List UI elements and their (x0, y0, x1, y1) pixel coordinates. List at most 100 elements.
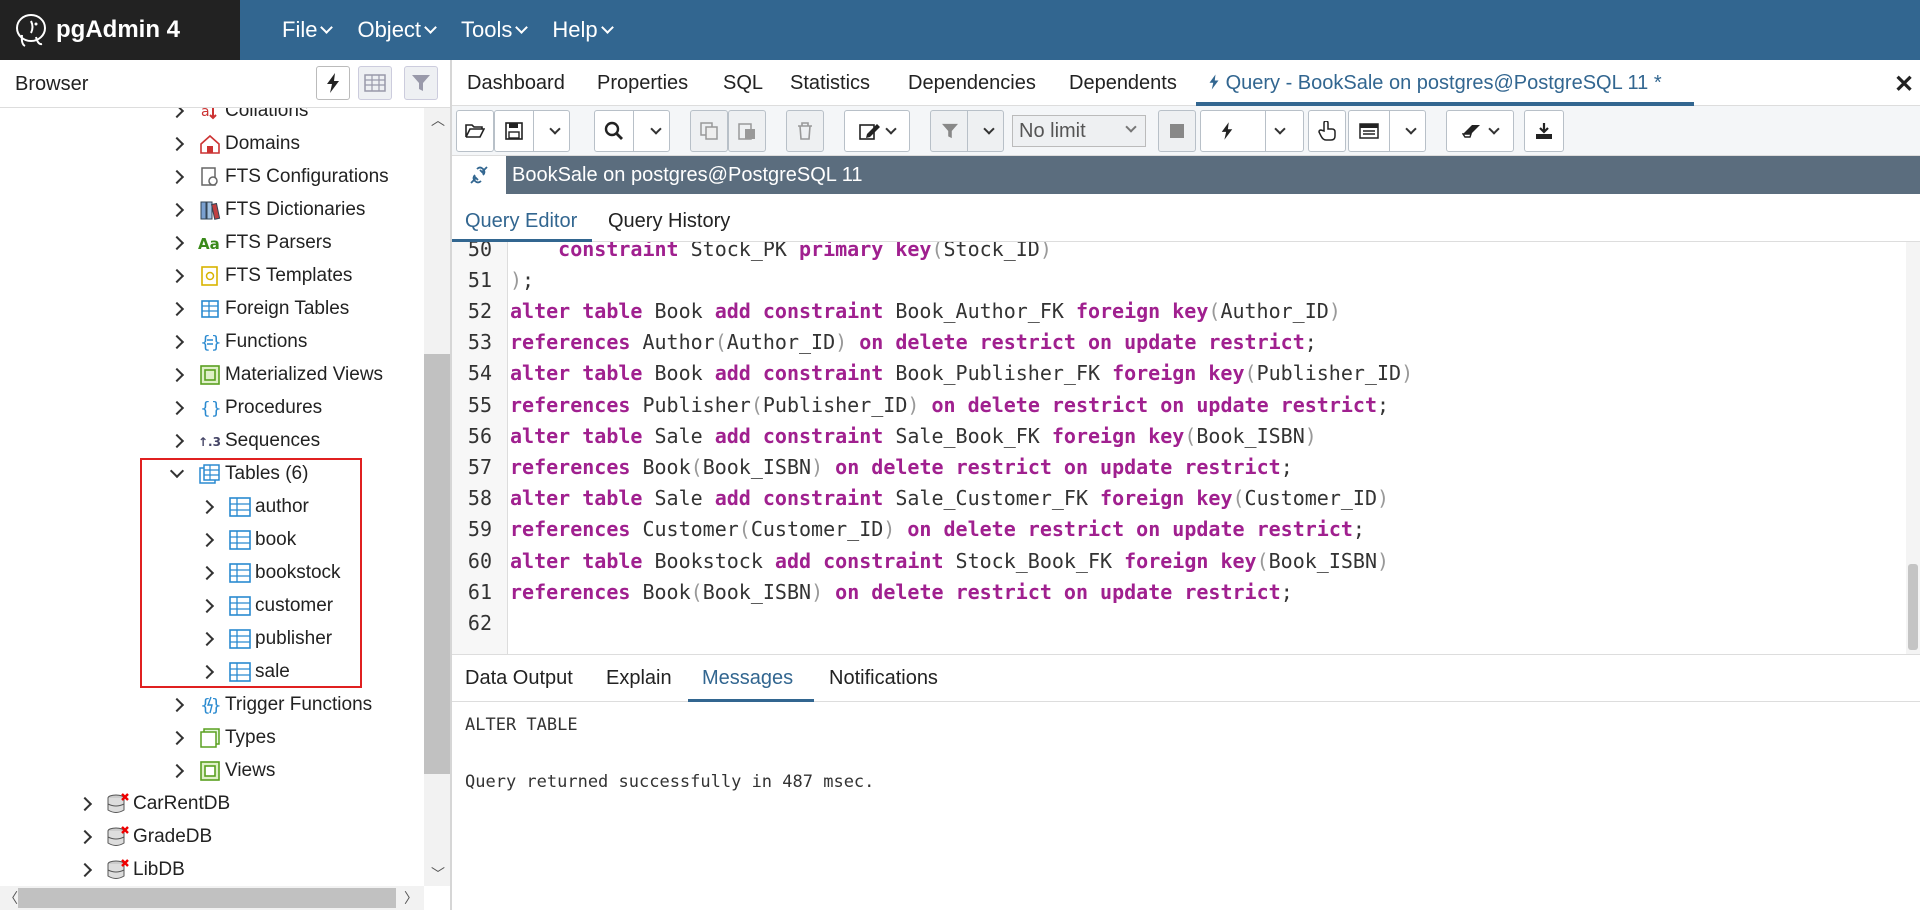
tab-query[interactable]: Query - BookSale on postgres@PostgreSQL … (1208, 72, 1662, 95)
tree-item[interactable]: Types (169, 721, 276, 754)
tree-item[interactable]: Materialized Views (169, 358, 383, 391)
execute-button[interactable] (1200, 110, 1304, 152)
tab-properties[interactable]: Properties (597, 72, 688, 95)
menu-object[interactable]: Object (357, 0, 437, 60)
tree-item[interactable]: Domains (169, 127, 300, 160)
connection-bar: BookSale on postgres@PostgreSQL 11 (452, 156, 1920, 194)
clear-button[interactable] (1446, 110, 1514, 152)
code-line: 53 references Author(Author_ID) on delete… (452, 327, 1892, 358)
copy-icon (700, 122, 718, 140)
tree-item[interactable]: {} Procedures (169, 391, 323, 424)
tree-item[interactable]: ↑.3 Sequences (169, 424, 320, 457)
download-button[interactable] (1524, 110, 1564, 152)
chevron-right-icon[interactable] (77, 862, 93, 877)
menu-file[interactable]: File (282, 0, 334, 60)
chevron-right-icon[interactable] (169, 136, 185, 151)
tree-item[interactable]: {} Trigger Functions (169, 688, 372, 721)
sql-keyword: foreign key (1112, 361, 1245, 386)
tree-item[interactable]: a Collations (169, 108, 308, 127)
code-token: ( (1232, 486, 1245, 511)
tab-messages[interactable]: Messages (702, 667, 793, 690)
tab-data-output[interactable]: Data Output (465, 667, 573, 690)
messages-panel: ALTER TABLE Query returned successfully … (452, 702, 1920, 910)
tree-item-label: GradeDB (133, 825, 213, 847)
chevron-right-icon[interactable] (77, 829, 93, 844)
view-data-button[interactable] (358, 66, 392, 100)
tab-query-history[interactable]: Query History (608, 210, 730, 233)
tree-vertical-scrollbar[interactable]: ︿ ﹀ (424, 108, 450, 886)
sql-keyword: references (510, 392, 631, 417)
lightning-icon (1209, 74, 1219, 90)
sql-editor[interactable]: 50 constraint Stock_PK primary key(Stock… (452, 242, 1920, 654)
save-button[interactable] (494, 110, 570, 152)
scrollbar-thumb[interactable] (1908, 564, 1918, 650)
cancel-query-button[interactable] (1158, 110, 1196, 152)
query-tool-button[interactable] (316, 66, 350, 100)
chevron-right-icon[interactable] (169, 763, 185, 778)
code-token: Sale_Book_FK (883, 423, 1052, 448)
chevron-right-icon[interactable] (169, 108, 185, 118)
chevron-right-icon[interactable] (169, 334, 185, 349)
filter-button[interactable] (404, 66, 438, 100)
find-button[interactable] (594, 110, 670, 152)
explain-analyze-button[interactable] (1348, 110, 1426, 152)
chevron-down-icon (515, 20, 529, 34)
tab-sql[interactable]: SQL (723, 72, 763, 95)
tree-item[interactable]: Aa FTS Parsers (169, 226, 332, 259)
scrollbar-thumb[interactable] (424, 354, 450, 774)
code-token: Book (630, 579, 691, 604)
tab-notifications[interactable]: Notifications (829, 667, 938, 690)
code-line: 56 alter table Sale add constraint Sale_B… (452, 420, 1892, 451)
chevron-right-icon[interactable] (169, 367, 185, 382)
tab-dashboard[interactable]: Dashboard (467, 72, 565, 95)
menu-tools[interactable]: Tools (461, 0, 529, 60)
menu-help[interactable]: Help (552, 0, 614, 60)
copy-button[interactable] (690, 110, 728, 152)
tree-item[interactable]: FTS Templates (169, 259, 352, 292)
tree-item[interactable]: LibDB (77, 853, 185, 886)
delete-button[interactable] (786, 110, 824, 152)
chevron-right-icon[interactable] (169, 268, 185, 283)
explain-button[interactable] (1308, 110, 1346, 152)
sql-keyword: add constraint (714, 298, 884, 323)
tree-item-label: Procedures (225, 396, 323, 418)
edit-button[interactable] (844, 110, 910, 152)
open-file-button[interactable] (456, 110, 494, 152)
tab-dependents[interactable]: Dependents (1069, 72, 1177, 95)
chevron-right-icon[interactable] (169, 433, 185, 448)
tree-horizontal-scrollbar[interactable]: 〈 〉 (0, 886, 424, 910)
tree-item[interactable]: FTS Dictionaries (169, 193, 365, 226)
chevron-right-icon[interactable] (169, 235, 185, 250)
chevron-right-icon[interactable] (77, 796, 93, 811)
tree-item[interactable]: {} Functions (169, 325, 307, 358)
tree-item[interactable]: CarRentDB (77, 787, 230, 820)
filter-data-button[interactable] (930, 110, 1004, 152)
connection-label: BookSale on postgres@PostgreSQL 11 (512, 164, 863, 186)
tree-item[interactable]: GradeDB (77, 820, 213, 853)
tree-item[interactable]: Views (169, 754, 275, 787)
connection-status-button[interactable] (452, 156, 506, 194)
filter-icon (412, 75, 430, 91)
chevron-right-icon[interactable] (169, 202, 185, 217)
row-limit-select[interactable]: No limit (1012, 115, 1146, 147)
tree-item[interactable]: Foreign Tables (169, 292, 349, 325)
code-token: ) (1328, 298, 1341, 323)
chevron-right-icon[interactable] (169, 400, 185, 415)
chevron-right-icon[interactable] (169, 697, 185, 712)
line-number: 61 (467, 579, 492, 604)
scroll-right-icon: 〉 (404, 890, 418, 906)
tab-dependencies[interactable]: Dependencies (908, 72, 1036, 95)
tab-statistics[interactable]: Statistics (790, 72, 870, 95)
chevron-right-icon[interactable] (169, 169, 185, 184)
close-icon[interactable]: ✕ (1894, 70, 1914, 99)
tree-item[interactable]: FTS Configurations (169, 160, 389, 193)
tab-query-editor[interactable]: Query Editor (465, 210, 577, 233)
editor-scrollbar[interactable] (1906, 242, 1920, 654)
code-token: Author_ID (1220, 298, 1329, 323)
chevron-right-icon[interactable] (169, 301, 185, 316)
scrollbar-thumb[interactable] (18, 888, 396, 908)
tab-explain[interactable]: Explain (606, 667, 672, 690)
paste-button[interactable] (728, 110, 766, 152)
chevron-right-icon[interactable] (169, 730, 185, 745)
